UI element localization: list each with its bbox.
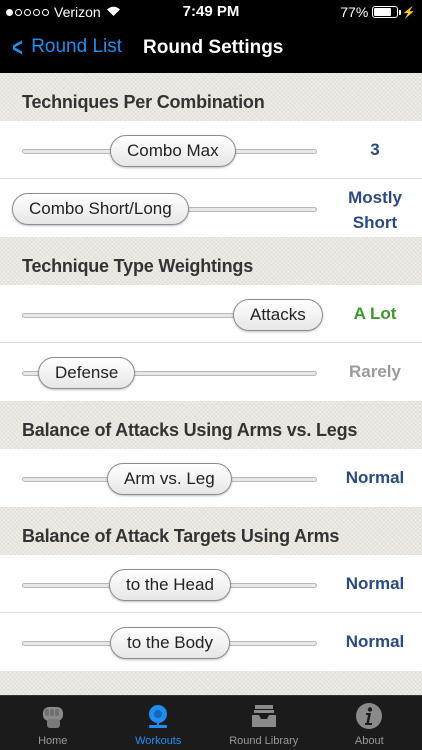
- slider-row-to-the-body: to the Body Normal: [0, 613, 422, 671]
- back-button[interactable]: < Round List: [10, 34, 122, 60]
- settings-list[interactable]: Techniques Per Combination Combo Max 3 C…: [0, 73, 422, 695]
- section-header: Technique Type Weightings: [0, 237, 422, 285]
- fist-icon: [36, 699, 70, 733]
- setting-value: A Lot: [353, 304, 397, 323]
- setting-value-line: Short: [352, 213, 398, 232]
- slider-thumb-defense[interactable]: Defense: [38, 357, 136, 389]
- slider-thumb-combo-max[interactable]: Combo Max: [110, 135, 236, 167]
- slider-thumb-to-the-head[interactable]: to the Head: [109, 569, 231, 601]
- setting-value: Rarely: [349, 362, 401, 381]
- slider-thumb-to-the-body[interactable]: to the Body: [110, 627, 231, 659]
- slider-thumb-attacks[interactable]: Attacks: [233, 299, 323, 331]
- tab-bar: Home Workouts Round Library About: [0, 695, 422, 750]
- info-icon: [352, 699, 386, 733]
- section-header: Balance of Attacks Using Arms vs. Legs: [0, 401, 422, 449]
- setting-value: 3: [370, 140, 380, 159]
- section-title: Techniques Per Combination: [22, 92, 265, 112]
- slider-row-combo-short-long: Combo Short/Long Mostly Short: [0, 179, 422, 237]
- battery-percent: 77%: [340, 4, 369, 20]
- section-header-partial: [0, 671, 422, 695]
- tab-round-library[interactable]: Round Library: [211, 696, 317, 750]
- back-button-label: Round List: [31, 36, 123, 57]
- setting-value: Normal: [345, 574, 405, 593]
- slider-row-to-the-head: to the Head Normal: [0, 555, 422, 613]
- tab-workouts[interactable]: Workouts: [106, 696, 212, 750]
- setting-value: Normal: [345, 632, 405, 651]
- setting-value: Mostly Short: [330, 185, 420, 235]
- slider-thumb-arm-vs-leg[interactable]: Arm vs. Leg: [107, 463, 232, 495]
- charging-bolt-icon: ⚡: [402, 6, 416, 19]
- tab-label: About: [354, 735, 384, 747]
- page-title: Round Settings: [143, 37, 284, 58]
- status-bar: Verizon 7:49 PM 77% ⚡: [0, 0, 422, 24]
- setting-value: Normal: [345, 468, 405, 487]
- tab-home[interactable]: Home: [0, 696, 106, 750]
- tab-about[interactable]: About: [317, 696, 422, 750]
- tab-label: Home: [38, 735, 68, 747]
- section-title: Technique Type Weightings: [22, 256, 254, 276]
- section-title: Balance of Attack Targets Using Arms: [22, 526, 340, 546]
- navigation-bar: < Round List Round Settings: [0, 30, 422, 66]
- slider-row-combo-max: Combo Max 3: [0, 121, 422, 179]
- top-bar: Verizon 7:49 PM 77% ⚡ < Round List Round…: [0, 0, 422, 73]
- section-header: Balance of Attack Targets Using Arms: [0, 507, 422, 555]
- slider-row-defense: Defense Rarely: [0, 343, 422, 401]
- section-title: Balance of Attacks Using Arms vs. Legs: [22, 420, 358, 440]
- battery-icon: [372, 6, 402, 18]
- tab-label: Workouts: [135, 735, 182, 747]
- slider-thumb-combo-short-long[interactable]: Combo Short/Long: [12, 193, 189, 225]
- bell-icon: [141, 699, 175, 733]
- tab-label: Round Library: [229, 735, 299, 747]
- section-header: Techniques Per Combination: [0, 73, 422, 121]
- battery-group: 77% ⚡: [340, 4, 416, 20]
- inbox-tray-icon: [247, 699, 281, 733]
- setting-value-line: Mostly: [348, 188, 402, 207]
- chevron-left-icon: <: [12, 32, 23, 62]
- slider-row-arm-vs-leg: Arm vs. Leg Normal: [0, 449, 422, 507]
- slider-row-attacks: Attacks A Lot: [0, 285, 422, 343]
